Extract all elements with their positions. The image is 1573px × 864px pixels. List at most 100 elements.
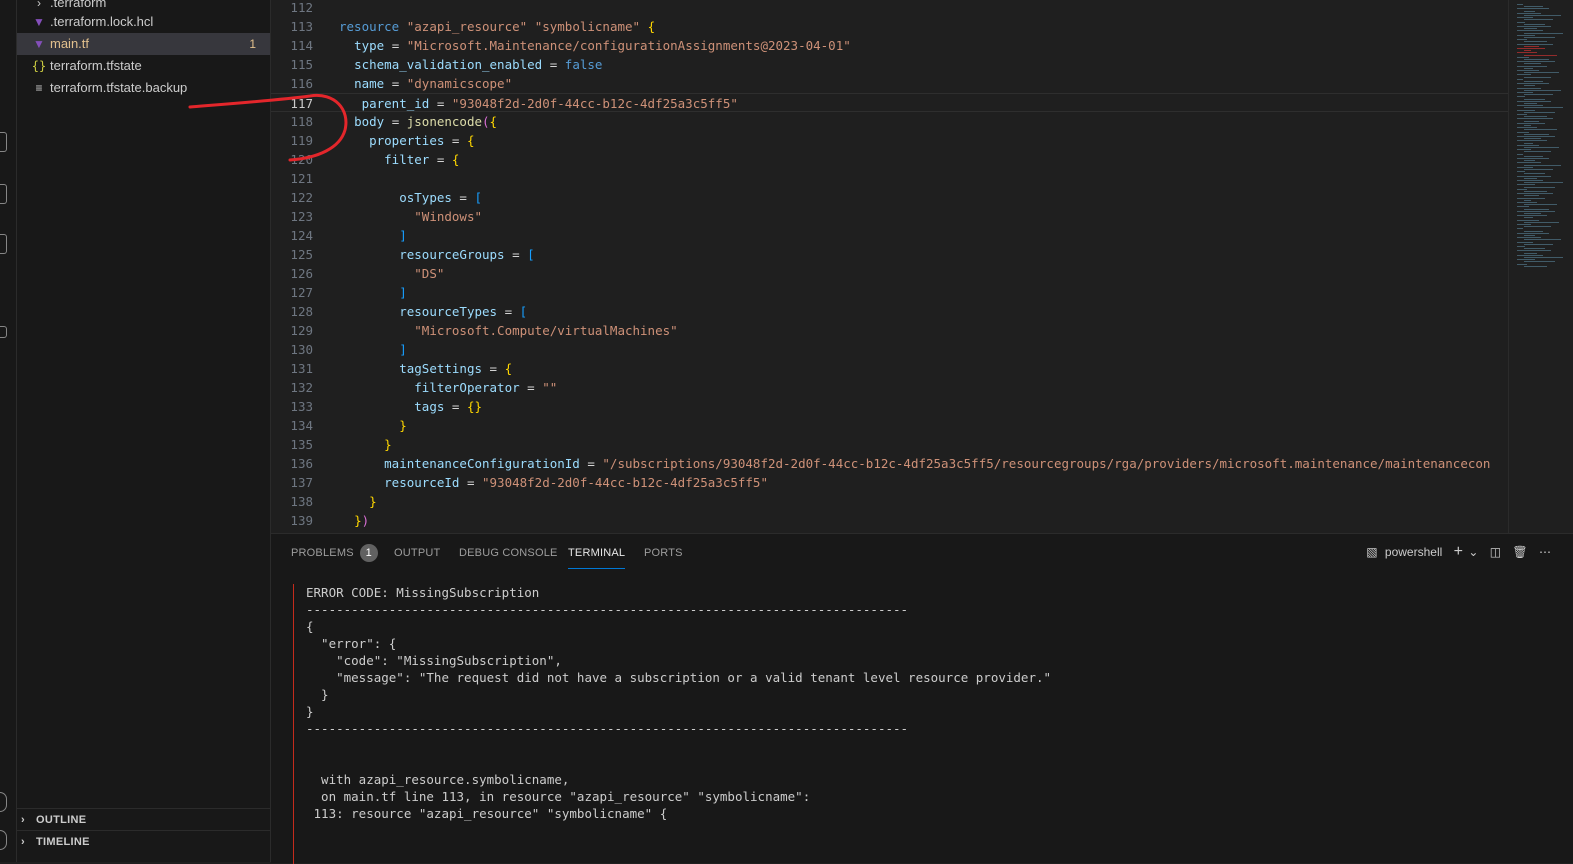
file-item[interactable]: ≡ terraform.tfstate.backup — [17, 77, 270, 99]
minimap-line — [1524, 133, 1549, 135]
tab-output[interactable]: OUTPUT — [394, 544, 440, 568]
minimap-line — [1524, 45, 1539, 47]
code-line[interactable]: 129 "Microsoft.Compute/virtualMachines" — [271, 321, 1508, 340]
minimap-line — [1517, 263, 1527, 265]
code-line[interactable]: 137 resourceId = "93048f2d-2d0f-44cc-b12… — [271, 473, 1508, 492]
code-line[interactable]: 125 resourceGroups = [ — [271, 245, 1508, 264]
code-line[interactable]: 114 type = "Microsoft.Maintenance/config… — [271, 36, 1508, 55]
code-line[interactable]: 136 maintenanceConfigurationId = "/subsc… — [271, 454, 1508, 473]
line-number: 132 — [290, 380, 313, 395]
bottom-panel: PROBLEMS 1 OUTPUT DEBUG CONSOLE TERMINAL PORT… — [271, 533, 1573, 864]
code-text: type = "Microsoft.Maintenance/configurat… — [354, 38, 851, 53]
code-line[interactable]: 124 ] — [271, 226, 1508, 245]
code-line[interactable]: 135 } — [271, 435, 1508, 454]
minimap-line — [1524, 120, 1539, 122]
tab-terminal[interactable]: TERMINAL — [568, 544, 626, 569]
minimap-line — [1524, 94, 1553, 96]
minimap-line — [1524, 32, 1563, 34]
code-line[interactable]: 132 filterOperator = "" — [271, 378, 1508, 397]
minimap-line — [1517, 122, 1545, 124]
code-line[interactable]: 123 "Windows" — [271, 207, 1508, 226]
minimap-line — [1517, 149, 1531, 151]
explorer-icon[interactable] — [0, 132, 7, 152]
tab-label: TERMINAL — [568, 547, 626, 559]
minimap-line — [1517, 144, 1539, 146]
tab-label: PORTS — [644, 547, 683, 559]
terminal-line: ERROR CODE: MissingSubscription — [306, 585, 540, 600]
manage-gear-icon[interactable] — [0, 830, 7, 850]
chevron-down-icon[interactable]: ⌄ — [1468, 545, 1478, 559]
code-line[interactable]: 119 properties = { — [271, 131, 1508, 150]
minimap-line — [1517, 74, 1531, 76]
minimap-line — [1524, 226, 1551, 228]
code-text: body = jsonencode({ — [354, 114, 498, 129]
minimap-line — [1524, 59, 1549, 60]
code-line[interactable]: 139 }) — [271, 511, 1508, 530]
code-editor[interactable]: 112 113 resource "azapi_resource" "symboli… — [271, 0, 1573, 533]
new-terminal-plus-icon[interactable]: + — [1454, 543, 1463, 560]
code-line[interactable]: 116 name = "dynamicscope" — [271, 74, 1508, 93]
trash-icon[interactable]: 🗑 — [1512, 545, 1527, 559]
code-line[interactable]: 128 resourceTypes = [ — [271, 302, 1508, 321]
code-line[interactable]: 122 osTypes = [ — [271, 188, 1508, 207]
terminal-line: "message": "The request did not have a s… — [306, 670, 1052, 685]
code-line[interactable]: 126 "DS" — [271, 264, 1508, 283]
minimap-line — [1524, 213, 1541, 214]
timeline-label: TIMELINE — [36, 836, 90, 848]
tab-ports[interactable]: PORTS — [644, 544, 683, 568]
file-item[interactable]: ▼ .terraform.lock.hcl — [17, 11, 270, 33]
terminal-output[interactable]: ERROR CODE: MissingSubscription ---------… — [293, 584, 1544, 864]
split-terminal-icon[interactable]: ◫ — [1490, 545, 1501, 559]
tab-label: OUTPUT — [394, 547, 441, 559]
code-line[interactable]: 112 — [271, 0, 1508, 17]
minimap-line — [1517, 250, 1551, 252]
line-number: 129 — [290, 323, 313, 338]
minimap-line — [1524, 147, 1559, 148]
minimap[interactable] — [1508, 0, 1573, 533]
line-number: 130 — [290, 342, 313, 357]
minimap-line — [1517, 4, 1523, 5]
shell-label[interactable]: powershell — [1385, 545, 1442, 559]
code-line[interactable]: 115 schema_validation_enabled = false — [271, 55, 1508, 74]
file-item[interactable]: ▼ main.tf 1 — [17, 33, 270, 55]
minimap-line — [1524, 252, 1537, 254]
minimap-line — [1524, 164, 1561, 166]
code-line[interactable]: 131 tagSettings = { — [271, 359, 1508, 378]
file-name: .terraform.lock.hcl — [50, 14, 154, 29]
outline-section[interactable]: › OUTLINE — [17, 808, 270, 831]
minimap-line — [1517, 109, 1535, 111]
minimap-line — [1517, 100, 1551, 102]
source-control-icon[interactable] — [0, 234, 7, 254]
json-braces-icon: {} — [31, 59, 47, 73]
timeline-section[interactable]: › TIMELINE — [17, 830, 270, 853]
minimap-line — [1524, 81, 1543, 82]
minimap-line — [1517, 171, 1525, 173]
code-text: tags = {} — [414, 399, 483, 414]
minimap-line — [1517, 17, 1533, 19]
minimap-line — [1524, 217, 1533, 219]
code-text: schema_validation_enabled = false — [354, 57, 603, 72]
tab-problems[interactable]: PROBLEMS 1 — [291, 544, 378, 568]
code-line[interactable]: 134 } — [271, 416, 1508, 435]
code-line[interactable]: 117 parent_id = "93048f2d-2d0f-44cc-b12c… — [271, 93, 1508, 112]
code-line[interactable]: 113 resource "azapi_resource" "symbolicna… — [271, 17, 1508, 36]
minimap-line — [1524, 235, 1535, 236]
minimap-line — [1524, 169, 1553, 170]
code-line[interactable]: 120 filter = { — [271, 150, 1508, 169]
code-line[interactable]: 127 ] — [271, 283, 1508, 302]
minimap-line — [1524, 63, 1541, 65]
extensions-icon[interactable] — [0, 326, 7, 338]
search-icon[interactable] — [0, 184, 7, 204]
minimap-line — [1517, 136, 1555, 137]
code-line[interactable]: 121 — [271, 169, 1508, 188]
more-actions-icon[interactable]: ⋯ — [1539, 545, 1551, 559]
tab-debug-console[interactable]: DEBUG CONSOLE — [459, 544, 558, 568]
file-item[interactable]: {} terraform.tfstate — [17, 55, 270, 77]
account-icon[interactable] — [0, 792, 7, 812]
code-line[interactable]: 130 ] — [271, 340, 1508, 359]
code-line[interactable]: 138 } — [271, 492, 1508, 511]
code-line[interactable]: 133 tags = {} — [271, 397, 1508, 416]
code-line[interactable]: 118 body = jsonencode({ — [271, 112, 1508, 131]
line-number: 126 — [290, 266, 313, 281]
minimap-line — [1524, 103, 1537, 104]
